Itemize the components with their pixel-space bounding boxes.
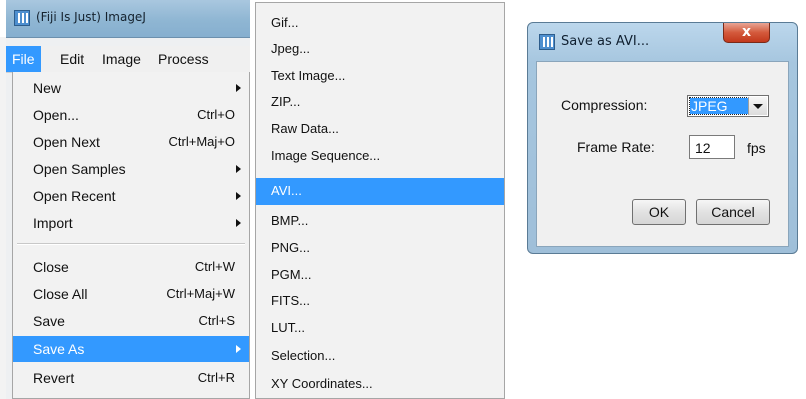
submenu-item-label: AVI... [271, 183, 302, 198]
save-as-avi-dialog: Save as AVI... x Compression: JPEG Frame… [527, 22, 798, 254]
file-menu-item-save-as[interactable]: Save As [13, 336, 249, 362]
menu-item-shortcut: Ctrl+Maj+O [168, 134, 235, 149]
file-menu-item-open-samples[interactable]: Open Samples [13, 156, 249, 182]
save-as-fits[interactable]: FITS... [256, 288, 504, 315]
frame-rate-unit: fps [747, 140, 766, 156]
menu-item-shortcut: Ctrl+S [198, 313, 235, 328]
dialog-title: Save as AVI... [561, 34, 650, 49]
menu-item-shortcut: Ctrl+Maj+W [166, 286, 235, 301]
fiji-titlebar[interactable]: (Fiji Is Just) ImageJ [6, 0, 250, 38]
menu-file[interactable]: File [6, 46, 41, 72]
submenu-arrow-icon [236, 84, 241, 92]
save-as-raw-data[interactable]: Raw Data... [256, 116, 504, 143]
submenu-arrow-icon [236, 165, 241, 173]
save-as-selection[interactable]: Selection... [256, 343, 504, 370]
submenu-item-label: Jpeg... [271, 41, 311, 56]
compression-selected-value: JPEG [689, 97, 749, 115]
submenu-item-label: Raw Data... [271, 121, 339, 136]
menu-item-label: Import [33, 215, 73, 231]
close-icon[interactable]: x [723, 23, 770, 43]
file-menu-item-close[interactable]: Close Ctrl+W [13, 254, 249, 280]
submenu-item-label: Image Sequence... [271, 148, 381, 163]
menu-item-label: Open Recent [33, 188, 116, 204]
fiji-window-title: (Fiji Is Just) ImageJ [36, 10, 146, 24]
fiji-logo-icon [539, 34, 555, 50]
submenu-item-label: XY Coordinates... [271, 376, 373, 391]
cancel-button[interactable]: Cancel [696, 199, 770, 225]
compression-label: Compression: [561, 97, 648, 113]
dialog-body: Compression: JPEG Frame Rate: 12 fps OK … [536, 61, 789, 247]
submenu-item-label: PGM... [271, 267, 312, 282]
save-as-bmp[interactable]: BMP... [256, 208, 504, 235]
save-as-submenu: Gif... Jpeg... Text Image... ZIP... Raw … [255, 2, 505, 399]
menu-item-label: Save [33, 313, 65, 329]
frame-rate-label: Frame Rate: [577, 139, 655, 155]
save-as-zip[interactable]: ZIP... [256, 89, 504, 116]
save-as-gif[interactable]: Gif... [256, 10, 504, 37]
file-menu-item-save[interactable]: Save Ctrl+S [13, 308, 249, 334]
submenu-arrow-icon [236, 345, 241, 353]
menu-image[interactable]: Image [96, 46, 147, 72]
menu-item-label: Revert [33, 370, 75, 386]
file-menu-item-open[interactable]: Open... Ctrl+O [13, 102, 249, 128]
submenu-item-label: LUT... [271, 320, 305, 335]
save-as-text-image[interactable]: Text Image... [256, 63, 504, 90]
menu-item-label: Close [33, 259, 69, 275]
menu-item-label: Open Samples [33, 161, 126, 177]
menu-item-label: New [33, 80, 62, 96]
menu-item-label: Save As [33, 341, 85, 357]
chevron-down-icon[interactable] [748, 97, 767, 115]
submenu-item-label: PNG... [271, 240, 311, 255]
menu-item-shortcut: Ctrl+W [194, 259, 235, 274]
submenu-item-label: ZIP... [271, 94, 301, 109]
submenu-arrow-icon [236, 192, 241, 200]
file-menu-item-import[interactable]: Import [13, 210, 249, 236]
menu-item-label: Close All [33, 286, 88, 302]
submenu-item-label: Gif... [271, 15, 299, 30]
frame-rate-input[interactable]: 12 [689, 135, 735, 159]
compression-dropdown[interactable]: JPEG [687, 95, 769, 117]
background-window-edge [0, 37, 6, 399]
submenu-item-label: Text Image... [271, 68, 346, 83]
file-menu-item-open-next[interactable]: Open Next Ctrl+Maj+O [13, 129, 249, 155]
menu-process[interactable]: Process [152, 46, 215, 72]
menu-item-shortcut: Ctrl+R [197, 370, 235, 385]
file-menu-item-close-all[interactable]: Close All Ctrl+Maj+W [13, 281, 249, 307]
save-as-xy-coordinates[interactable]: XY Coordinates... [256, 371, 504, 398]
save-as-pgm[interactable]: PGM... [256, 262, 504, 289]
file-menu-item-revert[interactable]: Revert Ctrl+R [13, 365, 249, 391]
save-as-lut[interactable]: LUT... [256, 315, 504, 342]
menu-edit[interactable]: Edit [54, 46, 90, 72]
submenu-item-label: Selection... [271, 348, 336, 363]
submenu-item-label: BMP... [271, 213, 309, 228]
menu-item-label: Open... [33, 107, 79, 123]
save-as-jpeg[interactable]: Jpeg... [256, 36, 504, 63]
file-menu-item-new[interactable]: New [13, 75, 249, 101]
file-menu-item-open-recent[interactable]: Open Recent [13, 183, 249, 209]
submenu-arrow-icon [236, 219, 241, 227]
menu-item-shortcut: Ctrl+O [197, 107, 235, 122]
file-menu: New Open... Ctrl+O Open Next Ctrl+Maj+O … [12, 72, 250, 399]
menu-item-label: Open Next [33, 134, 100, 150]
fiji-logo-icon [14, 10, 30, 26]
save-as-png[interactable]: PNG... [256, 235, 504, 262]
ok-button[interactable]: OK [632, 199, 686, 225]
submenu-item-label: FITS... [271, 293, 310, 308]
menubar: File Edit Image Process [6, 46, 250, 73]
save-as-avi[interactable]: AVI... [256, 178, 504, 205]
save-as-image-sequence[interactable]: Image Sequence... [256, 143, 504, 170]
menu-separator [17, 243, 245, 245]
